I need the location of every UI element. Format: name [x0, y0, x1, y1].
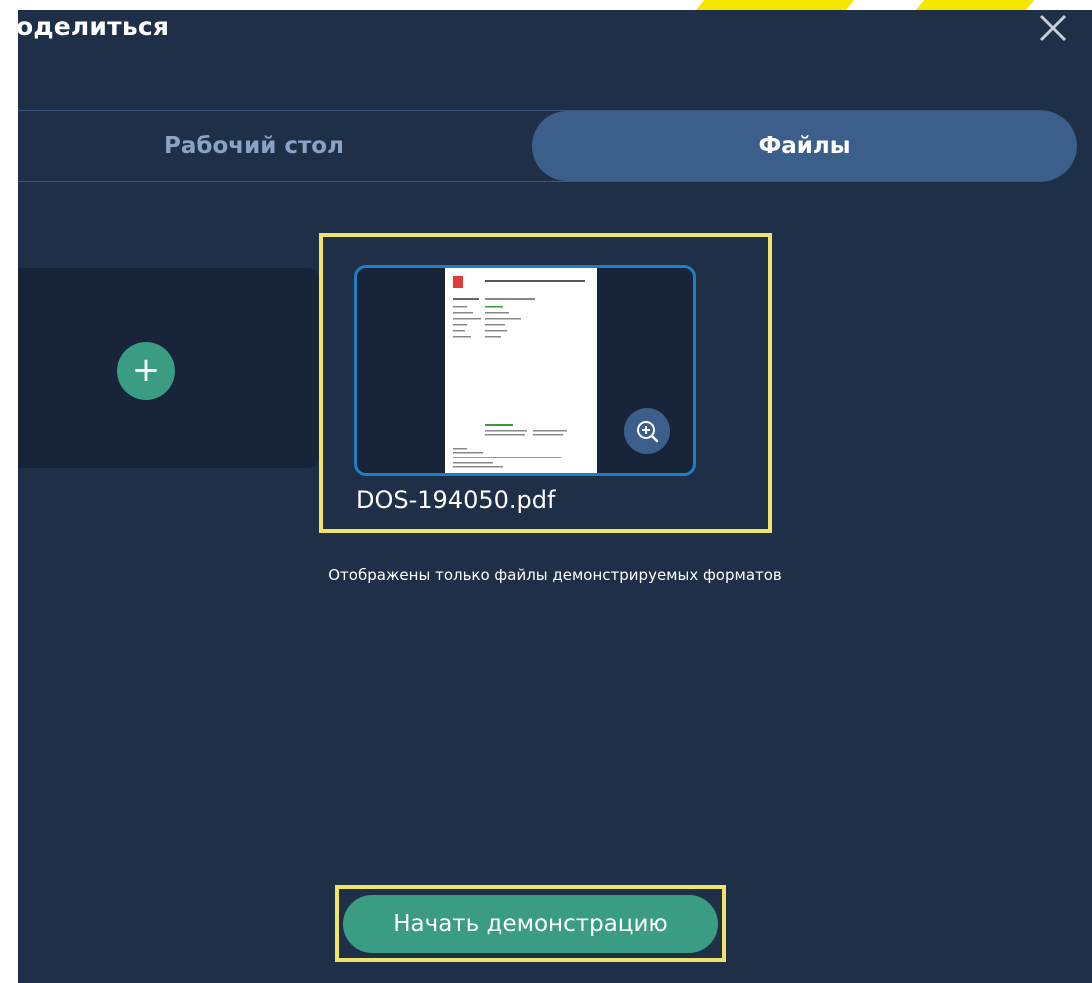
plus-icon: +: [131, 350, 161, 390]
zoom-in-icon[interactable]: [624, 408, 670, 454]
add-file-button[interactable]: +: [117, 342, 175, 400]
dialog-title: оделиться: [18, 12, 170, 41]
file-preview[interactable]: [354, 265, 696, 476]
start-demo-button[interactable]: Начать демонстрацию: [343, 895, 718, 953]
pdf-page-thumbnail: [445, 268, 597, 473]
file-name: DOS-194050.pdf: [356, 486, 556, 514]
formats-hint: Отображены только файлы демонстрируемых …: [328, 566, 782, 584]
tab-files[interactable]: Файлы: [532, 111, 1077, 181]
decorative-stripes: [0, 0, 1092, 10]
tab-desktop[interactable]: Рабочий стол: [18, 111, 529, 181]
share-dialog: оделиться Рабочий стол Файлы + DOS-19405…: [18, 10, 1092, 983]
close-icon[interactable]: [1035, 10, 1071, 46]
source-tabs: Рабочий стол Файлы: [18, 110, 1077, 182]
